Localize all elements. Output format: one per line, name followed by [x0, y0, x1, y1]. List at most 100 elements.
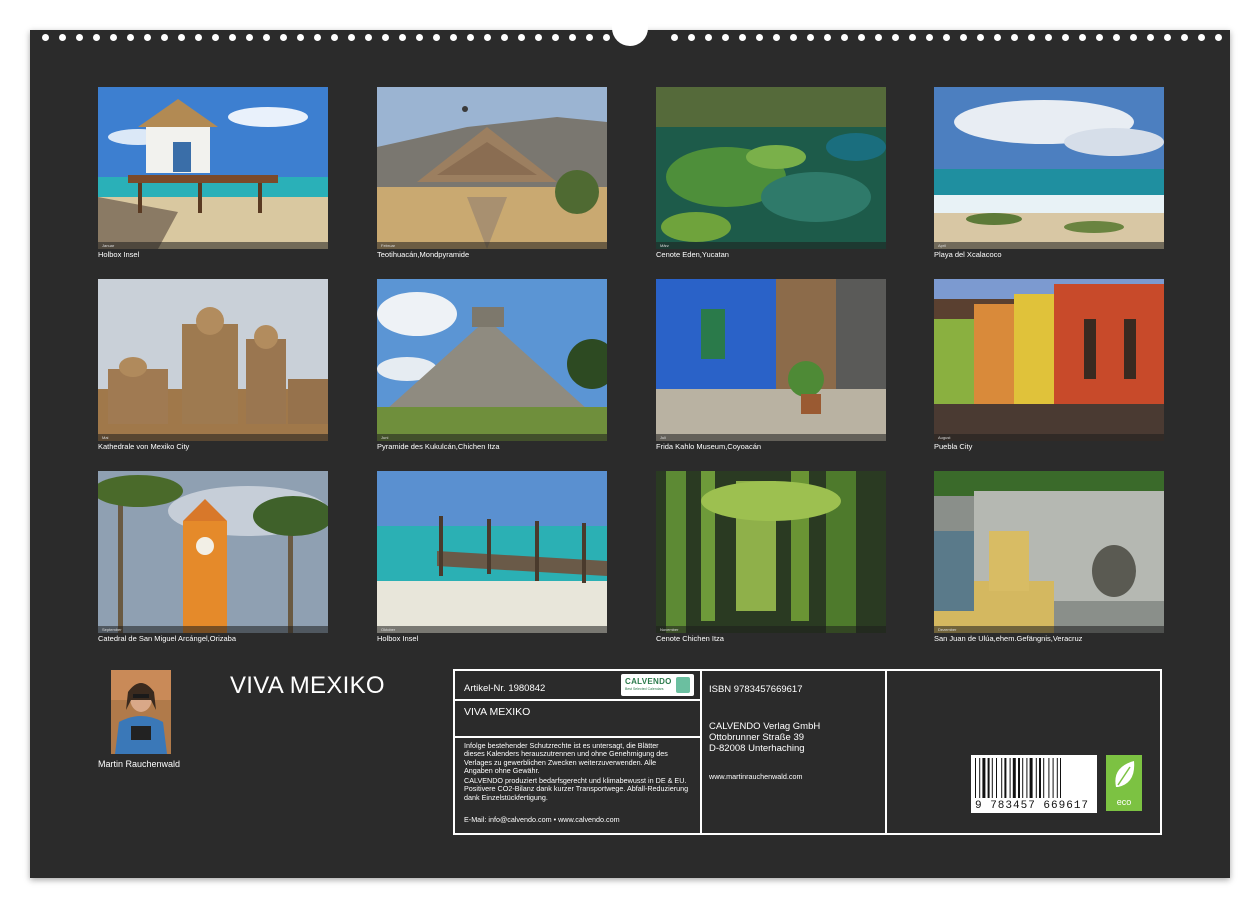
barcode-bar — [1056, 758, 1058, 798]
binding-hole — [773, 34, 780, 41]
binding-hole — [1181, 34, 1188, 41]
binding-hole — [926, 34, 933, 41]
month-label: März — [660, 243, 669, 248]
isbn: ISBN 9783457669617 — [709, 684, 803, 695]
barcode-bar — [996, 758, 997, 798]
barcode-bar — [1009, 758, 1011, 798]
binding-hole — [1215, 34, 1222, 41]
photo-june: Juni — [377, 279, 607, 441]
photo-caption: Pyramide des Kukulcán,Chichen Itza — [377, 442, 500, 451]
leaf-icon — [1115, 761, 1135, 787]
author-website: www.martinrauchenwald.com — [709, 772, 803, 781]
photo-september: September — [98, 471, 328, 633]
eco-statement: CALVENDO produziert bedarfsgerecht und k… — [464, 776, 689, 802]
binding-hole — [739, 34, 746, 41]
publisher-name: CALVENDO Verlag GmbH — [709, 721, 821, 732]
binding-hole — [1062, 34, 1069, 41]
month-label: Mai — [102, 435, 109, 440]
barcode-bar — [1043, 758, 1045, 798]
binding-hole — [518, 34, 525, 41]
binding-hole — [603, 34, 610, 41]
photo-may: Mai — [98, 279, 328, 441]
binding-hole — [382, 34, 389, 41]
barcode-bar — [1060, 758, 1061, 798]
photo-caption: Puebla City — [934, 442, 973, 451]
barcode-bar — [975, 758, 976, 798]
calendar-title: VIVA MEXIKO — [230, 672, 385, 699]
binding-hole — [586, 34, 593, 41]
author-name: Martin Rauchenwald — [98, 759, 181, 769]
binding-hole — [229, 34, 236, 41]
contact-line: E-Mail: info@calvendo.com • www.calvendo… — [464, 815, 620, 824]
binding-hole — [841, 34, 848, 41]
binding-hole — [297, 34, 304, 41]
binding-hole — [501, 34, 508, 41]
binding-hole — [76, 34, 83, 41]
barcode-bar — [1048, 758, 1050, 798]
legal-notice: Infolge bestehender Schutzrechte ist es … — [464, 741, 668, 776]
binding-hole — [1028, 34, 1035, 41]
publisher-city: D-82008 Unterhaching — [709, 743, 805, 754]
month-label: Juli — [660, 435, 667, 440]
barcode-bar — [1039, 758, 1041, 798]
info-title: VIVA MEXIKO — [464, 706, 531, 718]
eco-label: eco — [1116, 797, 1132, 807]
binding-hole — [399, 34, 406, 41]
binding-hole — [909, 34, 916, 41]
barcode-digits: 9 783457 669617 — [975, 800, 1090, 812]
isbn-barcode: 9 783457 669617 — [971, 755, 1097, 813]
calendar-back-cover: Januar Holbox Insel Februar Teotihuacán,… — [30, 24, 1230, 878]
photo-caption: Frida Kahlo Museum,Coyoacán — [656, 442, 762, 451]
month-label: Februar — [381, 243, 396, 248]
barcode-bar — [1001, 758, 1003, 798]
binding-hole — [1164, 34, 1171, 41]
barcode-bar — [1029, 758, 1033, 798]
photo-caption: Teotihuacán,Mondpyramide — [377, 250, 470, 259]
photo-caption: Playa del Xcalacoco — [934, 250, 1002, 259]
binding-hole — [1198, 34, 1205, 41]
barcode-bar — [991, 758, 993, 798]
binding-hole — [671, 34, 678, 41]
binding-hole — [960, 34, 967, 41]
binding-hole — [467, 34, 474, 41]
photo-january: Januar — [98, 87, 328, 249]
binding-hole — [93, 34, 100, 41]
barcode-bar — [1018, 758, 1020, 798]
barcode-bar — [1052, 758, 1054, 798]
binding-hole — [569, 34, 576, 41]
binding-hole — [110, 34, 117, 41]
photo-august: August — [934, 279, 1164, 441]
month-label: August — [938, 435, 951, 440]
binding-hole — [705, 34, 712, 41]
logo-mark-icon — [676, 677, 690, 693]
binding-hole — [127, 34, 134, 41]
photo-february: Februar — [377, 87, 607, 249]
binding-hole — [416, 34, 423, 41]
month-label: April — [938, 243, 947, 248]
barcode-bar — [982, 758, 986, 798]
calvendo-logo: CALVENDO Best Selected Calendars — [621, 674, 694, 696]
photo-caption: Catedral de San Miguel Arcángel,Orizaba — [98, 634, 236, 643]
binding-hole — [178, 34, 185, 41]
binding-hole — [1113, 34, 1120, 41]
photo-october: Oktober — [377, 471, 607, 633]
photo-caption: Holbox Insel — [377, 634, 419, 643]
binding-hole — [144, 34, 151, 41]
month-label: November — [660, 627, 679, 632]
binding-hole — [246, 34, 253, 41]
binding-hole — [1079, 34, 1086, 41]
binding-hole — [807, 34, 814, 41]
binding-hole — [790, 34, 797, 41]
binding-hole — [1147, 34, 1154, 41]
binding-hole — [943, 34, 950, 41]
article-number: Artikel-Nr. 1980842 — [464, 683, 546, 694]
photo-caption: Cenote Eden,Yucatan — [656, 250, 729, 259]
barcode-bar — [1022, 758, 1024, 798]
barcode-bar — [987, 758, 990, 798]
binding-hole — [212, 34, 219, 41]
binding-hole — [433, 34, 440, 41]
binding-hole — [858, 34, 865, 41]
photo-caption: San Juan de Ulúa,ehem.Gefängnis,Veracruz — [934, 634, 1083, 643]
barcode-bar — [979, 758, 981, 798]
barcode-bar — [1012, 758, 1016, 798]
